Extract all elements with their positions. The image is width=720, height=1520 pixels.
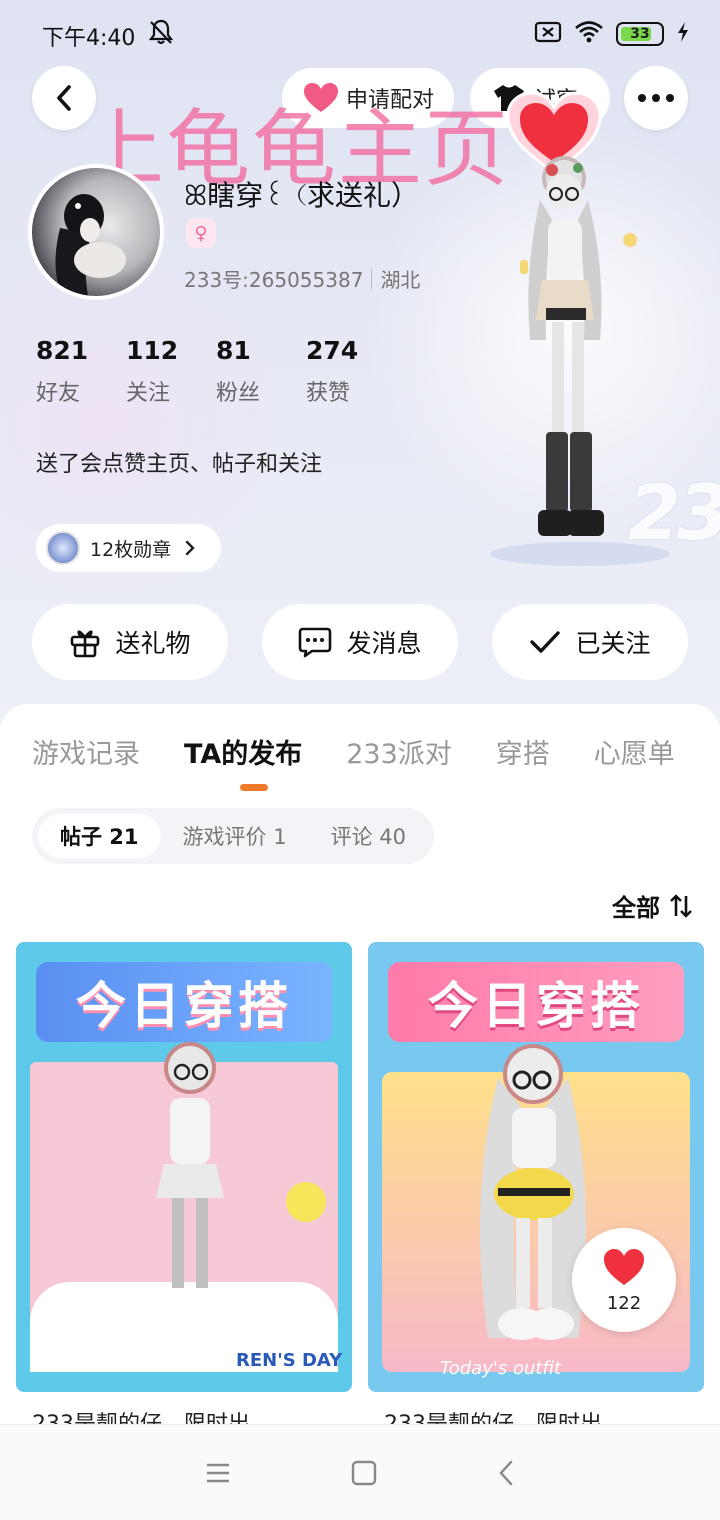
post-card[interactable]: 今日穿搭 Today's outfit — [368, 942, 704, 1392]
stat-value: 821 — [36, 336, 89, 365]
chevron-right-icon — [185, 540, 195, 556]
like-button[interactable]: 122 — [572, 1228, 676, 1332]
medals-button[interactable]: 12枚勋章 — [36, 524, 222, 572]
user-id: 233号:265055387 — [184, 268, 364, 292]
stat-followers[interactable]: 81 粉丝 — [216, 336, 306, 407]
poster-caption: REN'S DAY — [236, 1350, 343, 1371]
content-sheet: 游戏记录 TA的发布 233派对 穿搭 心愿单 帖子 21 游戏评价 1 评论 … — [0, 704, 720, 1444]
gift-icon — [71, 630, 100, 658]
more-button[interactable] — [624, 66, 688, 130]
menu-icon[interactable] — [205, 1462, 231, 1484]
divider — [371, 268, 373, 289]
home-icon[interactable] — [351, 1460, 377, 1486]
medals-label: 12枚勋章 — [90, 538, 172, 561]
post-card[interactable]: 今日穿搭 REN'S DAY — [16, 942, 352, 1392]
back-nav-icon[interactable] — [497, 1459, 515, 1487]
avatar[interactable] — [28, 164, 164, 300]
bio-text: 送了会点赞主页、帖子和关注 — [36, 452, 323, 477]
stats-row: 821 好友 112 关注 81 粉丝 274 获赞 — [36, 336, 396, 407]
like-count: 122 — [606, 1292, 642, 1314]
bell-mute-icon — [148, 18, 174, 50]
tab-outfits[interactable]: 穿搭 — [496, 732, 550, 771]
wifi-icon — [574, 20, 604, 48]
action-row: 送礼物 发消息 已关注 — [0, 604, 720, 680]
subtab-reviews[interactable]: 游戏评价 1 — [161, 814, 309, 858]
stat-value: 81 — [216, 336, 251, 365]
send-message-label: 发消息 — [346, 629, 422, 658]
send-gift-label: 送礼物 — [115, 629, 191, 658]
stat-label: 粉丝 — [216, 381, 261, 406]
follow-label: 已关注 — [575, 629, 651, 658]
stat-value: 274 — [306, 336, 359, 365]
female-gender-icon: ♀ — [186, 218, 216, 248]
stat-value: 112 — [126, 336, 179, 365]
outfit-figure — [480, 1044, 586, 1340]
smiley-icon — [286, 1182, 326, 1222]
stat-label: 好友 — [36, 381, 81, 406]
poster-caption: Today's outfit — [440, 1358, 562, 1379]
system-nav-bar — [0, 1424, 720, 1520]
charging-icon — [676, 21, 690, 47]
poster-title: 今日穿搭 — [36, 962, 332, 1042]
more-dots-icon — [638, 94, 674, 102]
medal-icon — [46, 531, 80, 565]
stat-following[interactable]: 112 关注 — [126, 336, 216, 407]
chevron-left-icon — [57, 85, 71, 111]
subtab-posts[interactable]: 帖子 21 — [38, 814, 161, 858]
sort-button[interactable]: 全部 — [612, 888, 694, 923]
status-time: 下午4:40 — [42, 26, 136, 51]
status-icons: 33 — [534, 20, 690, 48]
tab-indicator — [240, 784, 268, 791]
stat-label: 获赞 — [306, 381, 351, 406]
uid-line: 233号:265055387 湖北 — [184, 264, 420, 293]
follow-button[interactable]: 已关注 — [492, 604, 688, 680]
tab-bar: 游戏记录 TA的发布 233派对 穿搭 心愿单 — [32, 732, 719, 771]
outfit-figure — [150, 1042, 230, 1368]
sim-off-icon — [534, 20, 562, 48]
profile-hero: 下午4:40 33 申请配对 试穿 上龟龟主页 ꕤ瞎穿꒰（求送礼） ♀ 233号… — [0, 0, 720, 740]
post-title[interactable]: 233是靓的仔，限时出 — [384, 1406, 704, 1426]
poster-title: 今日穿搭 — [388, 962, 684, 1042]
message-icon — [299, 627, 332, 658]
send-message-button[interactable]: 发消息 — [262, 604, 458, 680]
stat-label: 关注 — [126, 381, 171, 406]
nickname: ꕤ瞎穿꒰（求送礼） — [184, 179, 420, 212]
tab-party[interactable]: 233派对 — [346, 732, 452, 771]
subtab-bar: 帖子 21 游戏评价 1 评论 40 — [32, 808, 434, 864]
stat-friends[interactable]: 821 好友 — [36, 336, 126, 407]
heart-icon — [604, 1248, 644, 1285]
tab-game-records[interactable]: 游戏记录 — [32, 732, 140, 771]
tab-posts[interactable]: TA的发布 — [184, 732, 302, 771]
sort-label: 全部 — [612, 894, 660, 922]
battery-level: 33 — [630, 26, 650, 42]
subtab-comments[interactable]: 评论 40 — [309, 814, 428, 858]
brand-233-mark: 233 — [628, 468, 720, 557]
send-gift-button[interactable]: 送礼物 — [32, 604, 228, 680]
stat-likes[interactable]: 274 获赞 — [306, 336, 396, 407]
check-icon — [530, 631, 561, 653]
user-region: 湖北 — [380, 268, 421, 292]
post-title[interactable]: 233是靓的仔，限时出 — [32, 1406, 352, 1426]
sort-icon — [670, 893, 692, 918]
tab-wishlist[interactable]: 心愿单 — [594, 732, 675, 771]
status-bar: 下午4:40 33 — [0, 0, 720, 70]
battery-indicator: 33 — [616, 22, 664, 46]
